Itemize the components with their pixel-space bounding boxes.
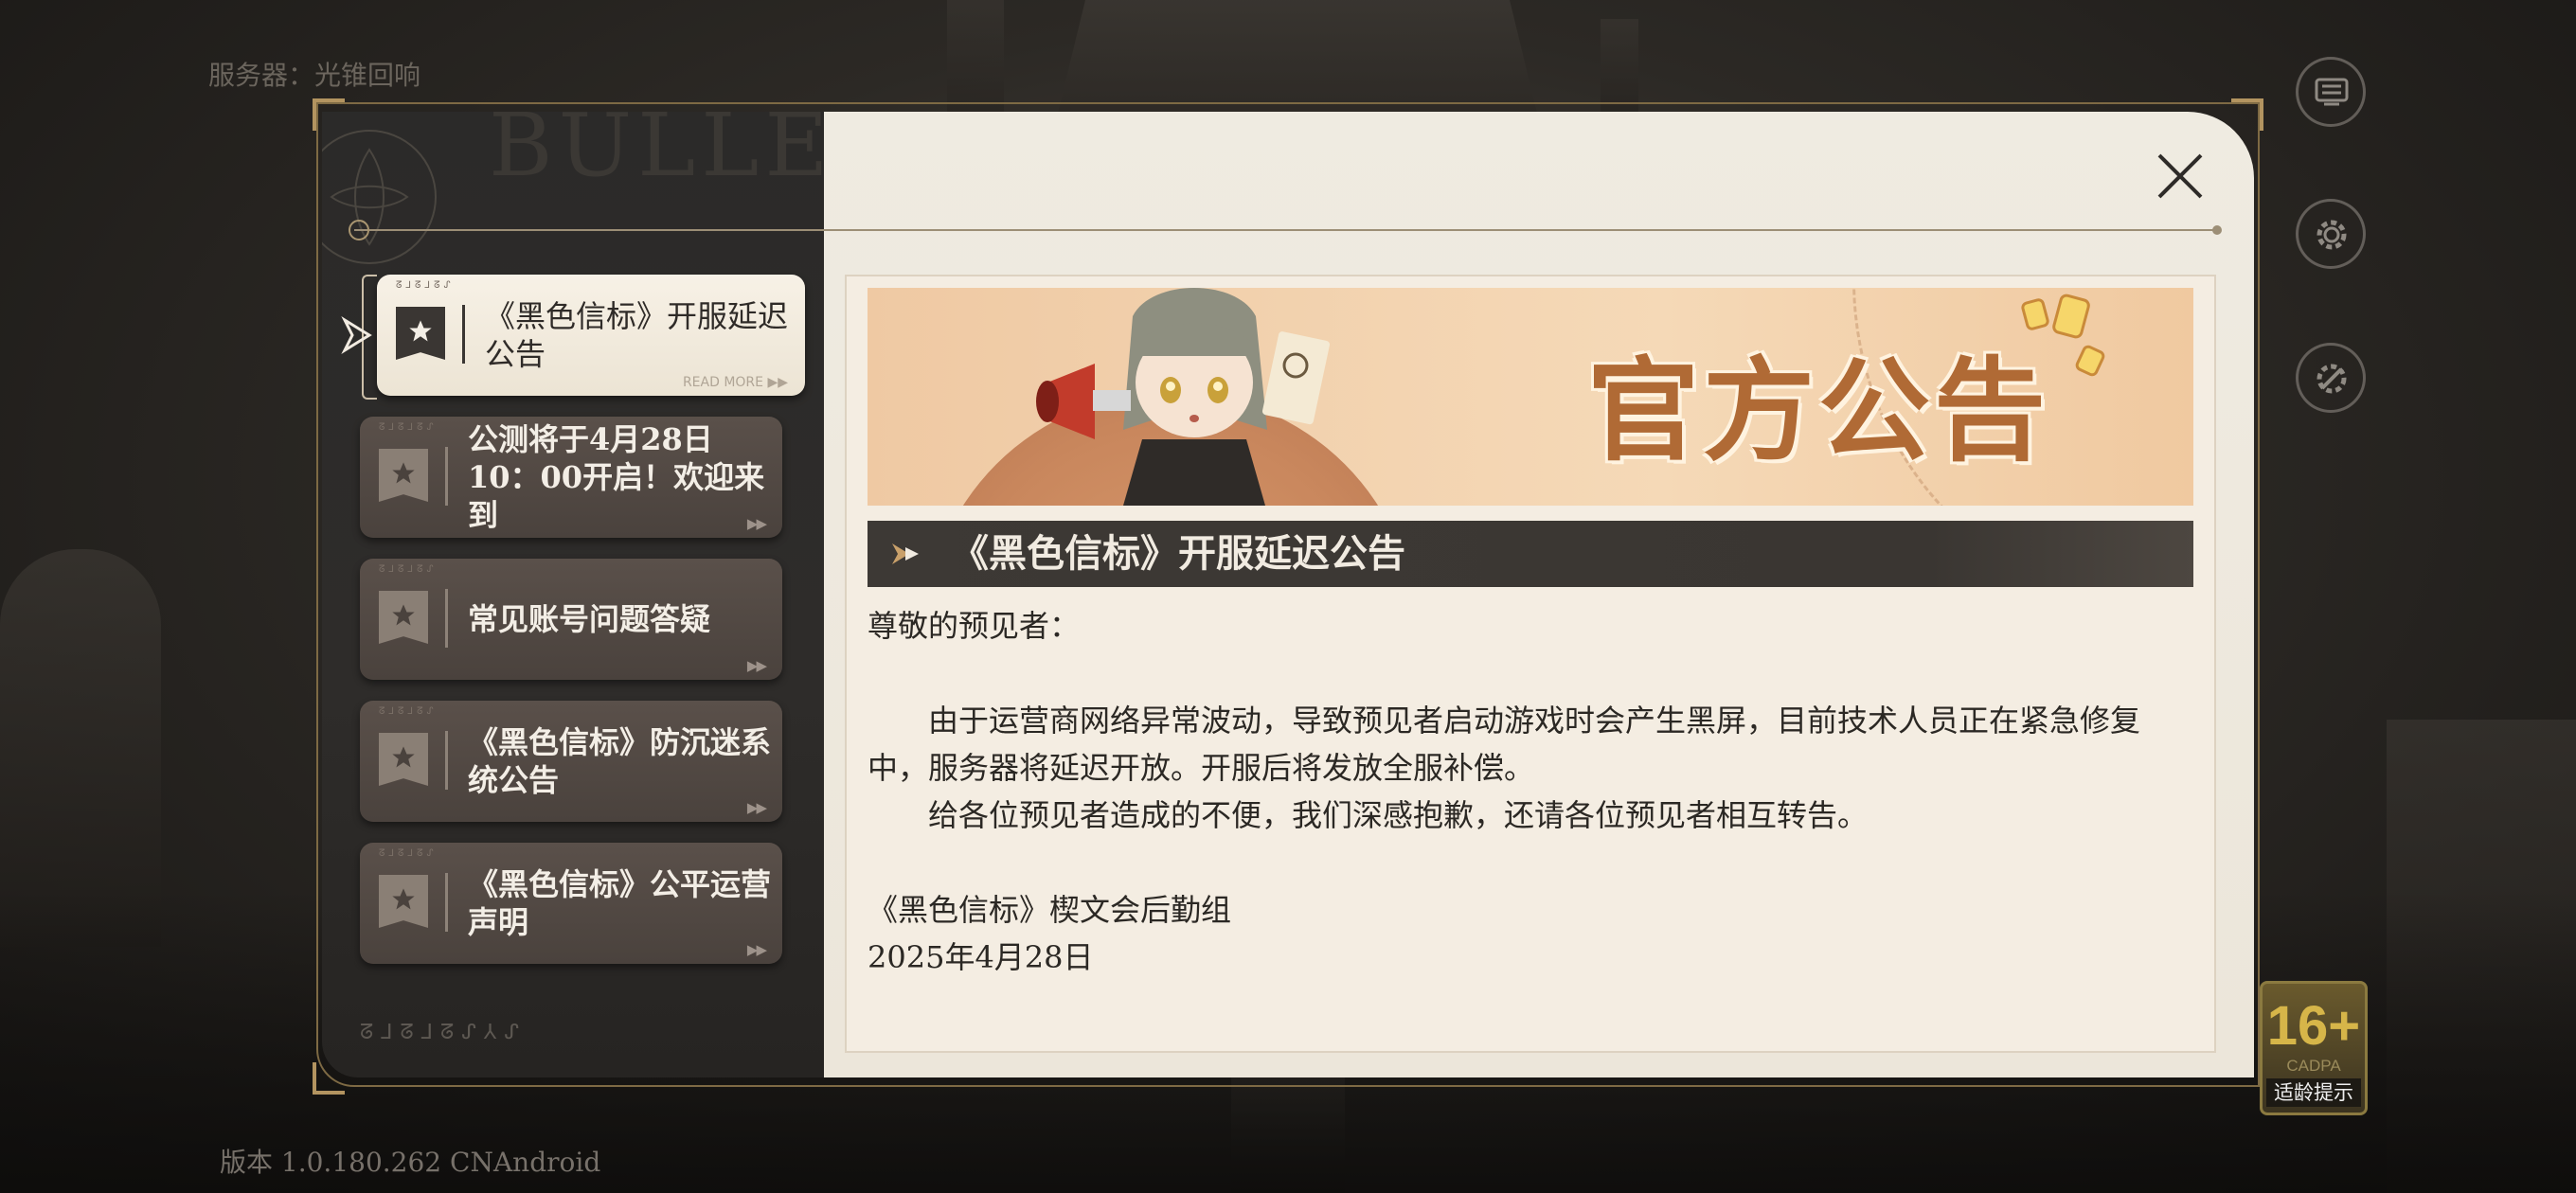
read-more-arrows: ▶▶ xyxy=(746,941,767,958)
gear-icon xyxy=(2317,220,2347,250)
age-rating-org: CADPA xyxy=(2286,1057,2341,1075)
item-decoration: ᘔ⅃ᘔ⅃ᘔᔑ xyxy=(379,706,438,717)
article-paragraph: 给各位预见者造成的不便，我们深感抱歉，还请各位预见者相互转告。 xyxy=(928,797,1869,833)
announcement-item[interactable]: ᘔ⅃ᘔ⅃ᘔᔑ 常见账号问题答疑 ▶▶ xyxy=(360,559,782,680)
article-banner: 官方公告 xyxy=(868,288,2193,506)
article-signature: 《黑色信标》楔文会后勤组 xyxy=(868,892,1232,928)
active-pointer-icon xyxy=(341,316,372,354)
item-separator xyxy=(445,731,448,790)
play-arrow-icon xyxy=(892,543,919,564)
sparkle-decoration xyxy=(2021,294,2105,377)
version-label: 版本 1.0.180.262 CNAndroid xyxy=(220,1147,601,1178)
emblem-icon xyxy=(322,130,437,264)
item-decoration: ᘔ⅃ᘔ⅃ᘔᔑ xyxy=(379,848,438,859)
banner-title: 官方公告 xyxy=(1587,345,2050,476)
announcement-title: 常见账号问题答疑 xyxy=(468,601,711,637)
divider-line xyxy=(354,229,2220,231)
article-greeting: 尊敬的预见者： xyxy=(868,608,1081,644)
item-decoration: ᘔ⅃ᘔ⅃ᘔᔑ xyxy=(396,280,455,291)
item-separator xyxy=(462,305,465,364)
article-headline-bar: 《黑色信标》开服延迟公告 xyxy=(868,521,2193,587)
chibi-megaphone-character xyxy=(1036,288,1330,506)
bg-ruin xyxy=(0,549,161,947)
divider-ornament xyxy=(349,220,369,240)
server-label: 服务器：光锥回响 xyxy=(208,60,421,91)
tools-gear-icon xyxy=(2317,364,2347,394)
announcement-title: 公测将于4月28日10：00开启！欢迎来到 xyxy=(468,421,765,533)
article-headline: 《黑色信标》开服延迟公告 xyxy=(951,531,1405,576)
item-separator xyxy=(445,447,448,506)
item-separator xyxy=(445,589,448,648)
announcement-title: 《黑色信标》公平运营声明 xyxy=(468,866,772,940)
notice-board-button[interactable] xyxy=(2296,57,2366,127)
announcement-item[interactable]: ᘔ⅃ᘔ⅃ᘔᔑ 《黑色信标》防沉迷系统公告 ▶▶ xyxy=(360,701,782,822)
age-rating-badge[interactable]: 16+ CADPA 适龄提示 xyxy=(2260,981,2368,1115)
article-date: 2025年4月28日 xyxy=(868,939,1094,975)
star-bookmark-icon xyxy=(379,733,428,786)
read-more-label: READ MORE ▶▶ xyxy=(682,375,788,390)
item-separator xyxy=(445,873,448,932)
star-bookmark-icon xyxy=(396,307,445,360)
article-body: 尊敬的预见者： 由于运营商网络异常波动，导致预见者启动游戏时会产生黑屏，目前技术… xyxy=(868,602,2193,981)
bulletin-heading: BULLETIN xyxy=(489,112,824,196)
age-rating-tip: 适龄提示 xyxy=(2266,1078,2361,1107)
age-rating-number: 16+ xyxy=(2266,995,2361,1057)
settings-button[interactable] xyxy=(2296,199,2366,269)
read-more-arrows: ▶▶ xyxy=(746,657,767,674)
close-button[interactable] xyxy=(2152,148,2209,205)
read-more-arrows: ▶▶ xyxy=(746,515,767,532)
star-bookmark-icon xyxy=(379,591,428,644)
star-bookmark-icon xyxy=(379,875,428,928)
divider-ornament xyxy=(2212,225,2222,235)
article-paragraph: 由于运营商网络异常波动，导致预见者启动游戏时会产生黑屏，目前技术人员正在紧急修复… xyxy=(868,703,2141,786)
announcement-title: 《黑色信标》防沉迷系统公告 xyxy=(468,724,772,798)
announcement-item[interactable]: ᘔ⅃ᘔ⅃ᘔᔑ 公测将于4月28日10：00开启！欢迎来到 ▶▶ xyxy=(360,417,782,538)
announcement-item[interactable]: ᘔ⅃ᘔ⅃ᘔᔑ 《黑色信标》公平运营声明 ▶▶ xyxy=(360,843,782,964)
announcement-item[interactable]: ᘔ⅃ᘔ⅃ᘔᔑ 《黑色信标》开服延迟公告 READ MORE ▶▶ xyxy=(377,275,805,396)
rune-decoration: ᘔ⅃ᘔ⅃ᘔᔑ⅄ᔑ xyxy=(360,1021,527,1044)
item-decoration: ᘔ⅃ᘔ⅃ᘔᔑ xyxy=(379,564,438,575)
notice-board-icon xyxy=(2315,78,2349,106)
star-bookmark-icon xyxy=(379,449,428,502)
read-more-arrows: ▶▶ xyxy=(746,799,767,816)
frame-corner xyxy=(2231,98,2263,131)
repair-button[interactable] xyxy=(2296,343,2366,413)
close-icon xyxy=(2157,153,2203,199)
item-decoration: ᘔ⅃ᘔ⅃ᘔᔑ xyxy=(379,422,438,433)
